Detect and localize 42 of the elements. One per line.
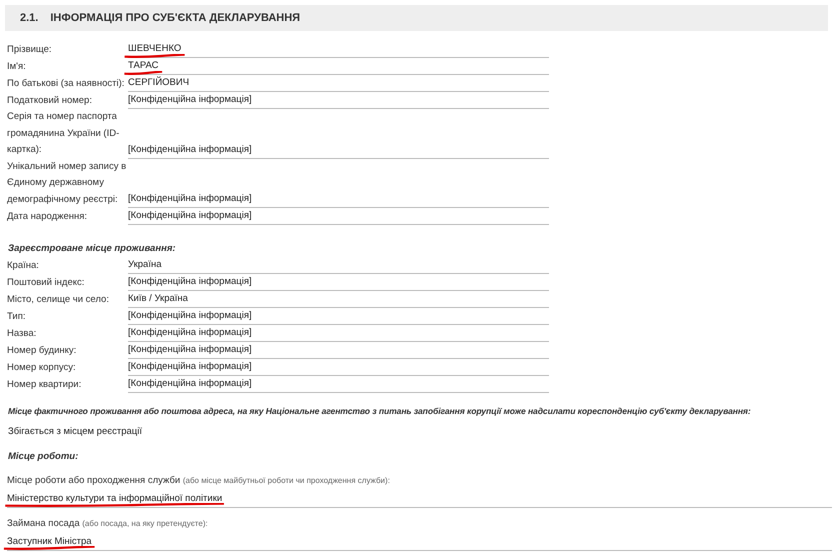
field-label: Місце роботи або проходження служби bbox=[7, 474, 180, 486]
field-value: ШЕВЧЕНКО bbox=[128, 41, 182, 57]
field-label: Місто, селище чи село: bbox=[7, 292, 110, 307]
field-label: Прізвище: bbox=[7, 42, 53, 56]
field-value: [Конфіденційна інформація] bbox=[128, 192, 252, 206]
field-value: [Конфіденційна інформація] bbox=[128, 309, 252, 324]
field-value: Міністерство культури та інформаційної політики bbox=[7, 492, 222, 506]
field-value: Заступник Міністра bbox=[7, 534, 92, 549]
field-label: Дата народження: bbox=[7, 210, 88, 224]
field-value: [Конфіденційна інформація] bbox=[128, 326, 252, 340]
field-label: Поштовий індекс: bbox=[7, 276, 86, 290]
section-subheading: Місце фактичного проживання або поштова адреса, на яку Національне агентство з питань запобігання корупції може надсилати кореспонденцію суб'єкту декларування: bbox=[8, 405, 752, 418]
field-label: Тип: bbox=[7, 310, 26, 324]
field-label: Номер корпусу: bbox=[7, 360, 77, 375]
field-note: (або місце майбутньої роботи чи проходження служби): bbox=[182, 476, 390, 485]
field-label: Податковий номер: bbox=[7, 94, 93, 108]
field-label: Унікальний номер запису в Єдиному державному демографічному реєстрі: bbox=[7, 160, 128, 206]
field-value: [Конфіденційна інформація] bbox=[128, 360, 252, 374]
field-value: Київ / Україна bbox=[128, 292, 188, 306]
field-value: [Конфіденційна інформація] bbox=[128, 275, 252, 290]
field-label: По батькові (за наявності): bbox=[7, 76, 126, 90]
section-subheading: Зареєстроване місце проживання: bbox=[8, 242, 177, 256]
field-value: Україна bbox=[128, 258, 162, 272]
field-value: СЕРГІЙОВИЧ bbox=[128, 75, 190, 90]
field-note: (або посада, на яку претендуєте): bbox=[82, 518, 208, 528]
field-value: [Конфіденційна інформація] bbox=[128, 343, 252, 358]
field-label: Назва: bbox=[7, 326, 38, 341]
field-label: Ім'я: bbox=[7, 60, 27, 74]
field-value: [Конфіденційна інформація] bbox=[128, 377, 252, 392]
field-label: Серія та номер паспорта громадянина України (ID-картка): bbox=[7, 110, 120, 157]
section-number: 2.1. bbox=[20, 10, 38, 26]
field-label: Займана посада bbox=[7, 518, 80, 529]
field-label: Номер будинку: bbox=[7, 344, 78, 358]
field-value: [Конфіденційна інформація] bbox=[128, 209, 252, 223]
field-label: Країна: bbox=[7, 258, 40, 273]
field-label: Номер квартири: bbox=[7, 378, 82, 392]
field-value: [Конфіденційна інформація] bbox=[128, 142, 252, 156]
field-value: ТАРАС bbox=[128, 58, 159, 74]
section-title: ІНФОРМАЦІЯ ПРО СУБ'ЄКТА ДЕКЛАРУВАННЯ bbox=[50, 10, 300, 26]
section-subheading: Місце роботи: bbox=[8, 450, 80, 464]
field-value: [Конфіденційна інформація] bbox=[128, 93, 252, 107]
field-value: Збігається з місцем реєстрації bbox=[8, 425, 143, 440]
